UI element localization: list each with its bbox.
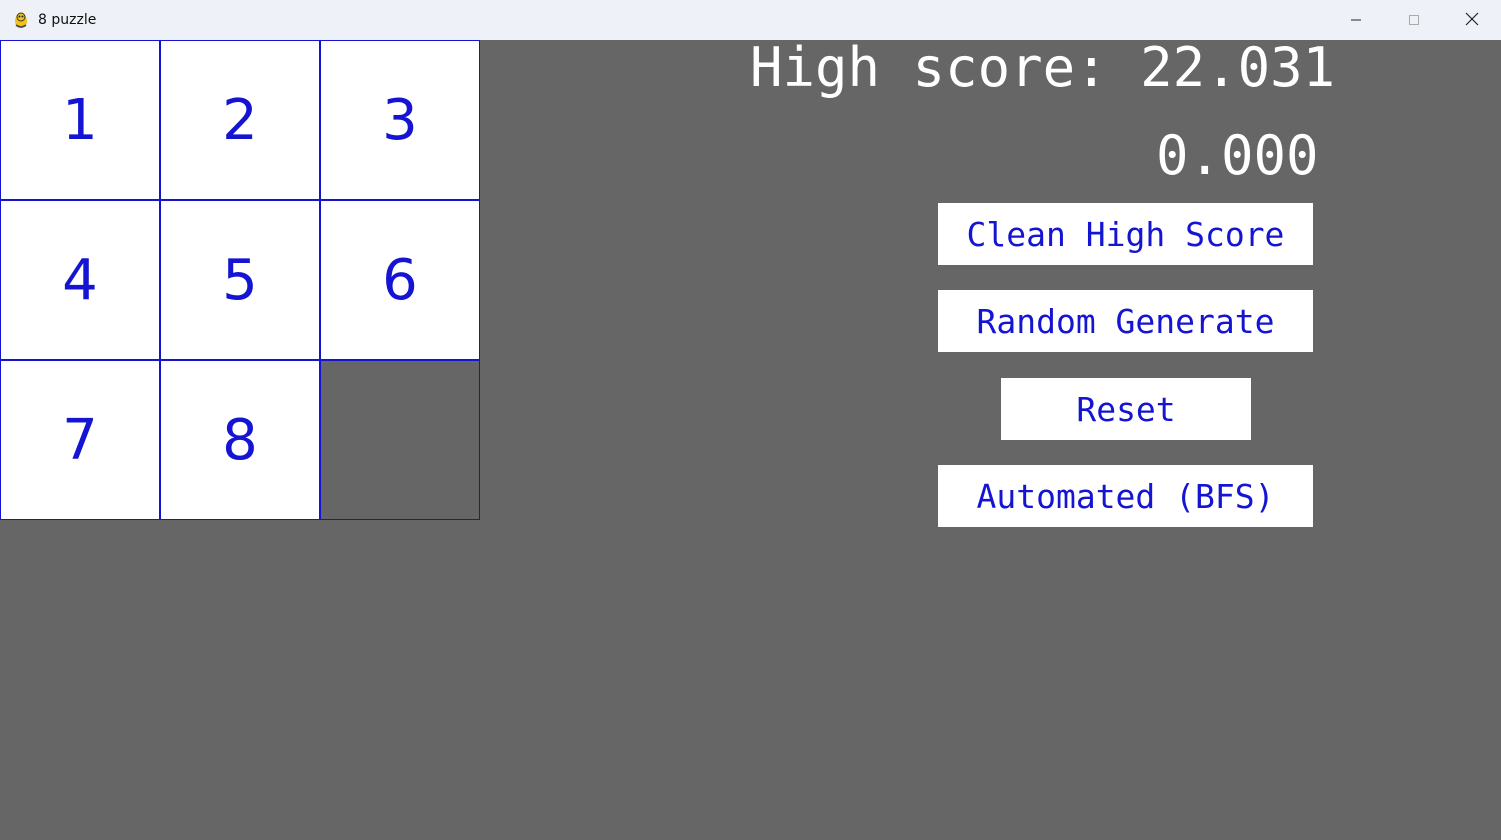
tile-5[interactable]: 5 (160, 200, 320, 360)
tile-3[interactable]: 3 (320, 40, 480, 200)
tile-6[interactable]: 6 (320, 200, 480, 360)
tile-7[interactable]: 7 (0, 360, 160, 520)
reset-button[interactable]: Reset (1001, 378, 1251, 440)
tile-2[interactable]: 2 (160, 40, 320, 200)
window-title: 8 puzzle (38, 12, 97, 28)
clean-high-score-button[interactable]: Clean High Score (938, 203, 1313, 265)
title-bar[interactable]: 8 puzzle (0, 0, 1501, 40)
close-button[interactable] (1443, 0, 1501, 40)
close-icon (1465, 11, 1479, 30)
game-window: 8 puzzle 1 2 3 4 5 6 7 8 High score: 22.… (0, 0, 1501, 840)
random-generate-button[interactable]: Random Generate (938, 290, 1313, 352)
window-controls (1327, 0, 1501, 40)
tile-4[interactable]: 4 (0, 200, 160, 360)
automated-bfs-button[interactable]: Automated (BFS) (938, 465, 1313, 527)
tile-8[interactable]: 8 (160, 360, 320, 520)
timer-value: 0.000 (1156, 124, 1319, 187)
minimize-button[interactable] (1327, 0, 1385, 40)
high-score-label: High score: 22.031 (750, 36, 1336, 99)
puzzle-board: 1 2 3 4 5 6 7 8 (0, 40, 481, 520)
minimize-icon (1350, 11, 1362, 30)
pygame-snake-icon (12, 11, 30, 29)
tile-1[interactable]: 1 (0, 40, 160, 200)
maximize-icon (1408, 11, 1420, 30)
tile-empty[interactable] (320, 360, 480, 520)
maximize-button[interactable] (1385, 0, 1443, 40)
